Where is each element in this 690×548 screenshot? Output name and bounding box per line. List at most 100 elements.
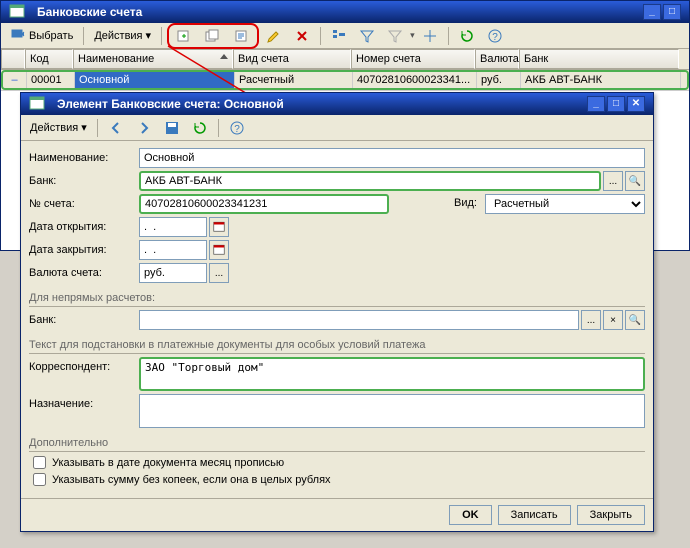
correspondent-input[interactable]	[139, 357, 645, 391]
filter-off-button[interactable]	[382, 25, 408, 47]
bank-select-button[interactable]: ...	[603, 171, 623, 191]
currency-select-button[interactable]: ...	[209, 263, 229, 283]
type-label: Вид:	[448, 194, 483, 214]
no-kopecks-label: Указывать сумму без копеек, если она в ц…	[52, 474, 331, 486]
purpose-label: Назначение:	[29, 394, 139, 410]
month-words-checkbox[interactable]	[33, 456, 46, 469]
row-marker: –	[3, 72, 27, 88]
row-code: 00001	[27, 72, 75, 88]
chevron-down-icon: ▾	[81, 121, 87, 134]
grid-col-currency[interactable]: Валюта	[475, 49, 519, 69]
svg-text:?: ?	[234, 124, 240, 135]
currency-input[interactable]	[139, 263, 207, 283]
dialog-window: Элемент Банковские счета: Основной _ □ ✕…	[20, 92, 654, 532]
row-bank: АКБ АВТ-БАНК	[521, 72, 681, 88]
grid-col-account[interactable]: Номер счета	[351, 49, 475, 69]
account-input[interactable]	[139, 194, 389, 214]
hierarchy-button[interactable]	[326, 25, 352, 47]
grid-col-type[interactable]: Вид счета	[233, 49, 351, 69]
add-group-button[interactable]	[200, 25, 226, 47]
close-date-picker[interactable]	[209, 240, 229, 260]
row-name: Основной	[75, 72, 235, 88]
delete-button[interactable]	[289, 25, 315, 47]
minimize-button[interactable]: _	[643, 4, 661, 20]
window-icon	[9, 3, 31, 22]
close-button[interactable]: Закрыть	[577, 505, 645, 525]
open-date-picker[interactable]	[209, 217, 229, 237]
calendar-icon	[213, 243, 225, 255]
bank-search-button[interactable]: 🔍	[625, 171, 645, 191]
close-date-label: Дата закрытия:	[29, 244, 139, 256]
parent-title: Банковские счета	[37, 5, 142, 19]
indirect-bank-select-button[interactable]: ...	[581, 310, 601, 330]
month-words-label: Указывать в дате документа месяц пропись…	[52, 457, 284, 469]
grid-row[interactable]: – 00001 Основной Расчетный 4070281060002…	[1, 70, 689, 90]
next-button[interactable]	[131, 117, 157, 139]
open-date-input[interactable]	[139, 217, 207, 237]
account-label: № счета:	[29, 198, 139, 210]
parent-titlebar: Банковские счета _ □	[1, 1, 689, 23]
indirect-bank-input[interactable]	[139, 310, 579, 330]
move-button[interactable]	[417, 25, 443, 47]
dialog-icon	[29, 95, 51, 114]
toolbar-separator	[218, 119, 219, 137]
maximize-button[interactable]: □	[663, 4, 681, 20]
name-label: Наименование:	[29, 152, 139, 164]
row-currency: руб.	[477, 72, 521, 88]
grid-col-code[interactable]: Код	[25, 49, 73, 69]
open-date-label: Дата открытия:	[29, 221, 139, 233]
toolbar-separator	[448, 27, 449, 45]
svg-text:?: ?	[492, 32, 498, 43]
grid-col-bank[interactable]: Банк	[519, 49, 679, 69]
dialog-title: Элемент Банковские счета: Основной	[57, 97, 284, 111]
filter-button[interactable]	[354, 25, 380, 47]
calendar-icon	[213, 220, 225, 232]
dialog-close-button[interactable]: ✕	[627, 96, 645, 112]
toolbar-separator	[320, 27, 321, 45]
dialog-minimize-button[interactable]: _	[587, 96, 605, 112]
toolbar-separator	[83, 27, 84, 45]
no-kopecks-checkbox[interactable]	[33, 473, 46, 486]
indirect-bank-clear-button[interactable]: ×	[603, 310, 623, 330]
purpose-input[interactable]	[139, 394, 645, 428]
ok-button[interactable]: OK	[449, 505, 492, 525]
section-indirect: Для непрямых расчетов:	[29, 286, 645, 307]
select-icon	[10, 28, 26, 44]
select-button[interactable]: Выбрать	[5, 25, 78, 47]
save-icon-button[interactable]	[159, 117, 185, 139]
actions-menu[interactable]: Действия ▾	[89, 26, 156, 45]
dialog-maximize-button[interactable]: □	[607, 96, 625, 112]
indirect-bank-label: Банк:	[29, 314, 139, 326]
dialog-button-bar: OK Записать Закрыть	[21, 498, 653, 531]
bank-label: Банк:	[29, 175, 139, 187]
section-subst: Текст для подстановки в платежные докуме…	[29, 333, 645, 354]
grid-col-marker[interactable]	[1, 49, 25, 69]
refresh-icon-button[interactable]	[187, 117, 213, 139]
type-select[interactable]: Расчетный	[485, 194, 645, 214]
chevron-down-icon: ▾	[146, 29, 152, 42]
dialog-actions-menu[interactable]: Действия ▾	[25, 118, 92, 137]
help-button[interactable]: ?	[482, 25, 508, 47]
indirect-bank-search-button[interactable]: 🔍	[625, 310, 645, 330]
toolbar-edit-group	[167, 23, 259, 49]
grid-header: Код Наименование Вид счета Номер счета В…	[1, 49, 689, 70]
edit-button[interactable]	[261, 25, 287, 47]
toolbar-separator	[161, 27, 162, 45]
prev-button[interactable]	[103, 117, 129, 139]
add-button[interactable]	[171, 25, 197, 47]
bank-input[interactable]	[139, 171, 601, 191]
dialog-titlebar: Элемент Банковские счета: Основной _ □ ✕	[21, 93, 653, 115]
refresh-button[interactable]	[454, 25, 480, 47]
sort-asc-icon	[220, 54, 228, 59]
name-input[interactable]	[139, 148, 645, 168]
correspondent-label: Корреспондент:	[29, 357, 139, 373]
dialog-help-button[interactable]: ?	[224, 117, 250, 139]
close-date-input[interactable]	[139, 240, 207, 260]
parent-toolbar: Выбрать Действия ▾ ▾ ?	[1, 23, 689, 49]
row-account: 40702810600023341...	[353, 72, 477, 88]
grid-col-name[interactable]: Наименование	[73, 49, 233, 69]
toolbar-separator	[97, 119, 98, 137]
currency-label: Валюта счета:	[29, 267, 139, 279]
copy-button[interactable]	[229, 25, 255, 47]
save-button[interactable]: Записать	[498, 505, 571, 525]
